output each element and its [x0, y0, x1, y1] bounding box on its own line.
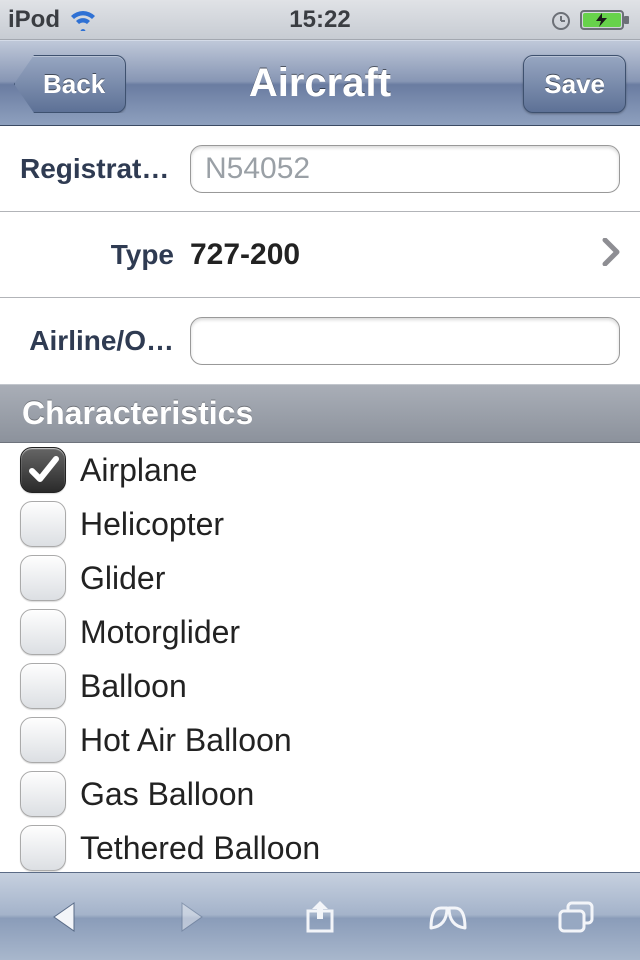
characteristic-row[interactable]: Gas Balloon — [0, 767, 640, 821]
battery-charging-icon — [580, 8, 632, 32]
checkbox[interactable] — [20, 825, 66, 871]
back-button[interactable]: Back — [14, 55, 126, 113]
characteristic-label: Helicopter — [66, 506, 224, 543]
toolbar-back-button[interactable] — [9, 873, 119, 960]
alarm-icon — [550, 9, 572, 31]
toolbar-share-button[interactable] — [265, 873, 375, 960]
status-bar: iPod 15:22 — [0, 0, 640, 40]
characteristic-label: Motorglider — [66, 614, 240, 651]
section-header-characteristics: Characteristics — [0, 384, 640, 443]
nav-bar: Back Aircraft Save — [0, 40, 640, 126]
wifi-icon — [68, 9, 98, 31]
checkbox[interactable] — [20, 771, 66, 817]
airline-input[interactable] — [190, 317, 620, 365]
registration-input[interactable]: N54052 — [190, 145, 620, 193]
form-section: Registrati… N54052 Type 727-200 Airline/… — [0, 126, 640, 384]
toolbar-forward-button[interactable] — [137, 873, 247, 960]
characteristic-label: Airplane — [66, 452, 197, 489]
characteristic-label: Tethered Balloon — [66, 830, 320, 867]
characteristic-row[interactable]: Airplane — [0, 443, 640, 497]
browser-toolbar — [0, 872, 640, 960]
toolbar-bookmarks-button[interactable] — [393, 873, 503, 960]
row-airline: Airline/O… — [0, 298, 640, 384]
characteristic-label: Gas Balloon — [66, 776, 254, 813]
characteristic-row[interactable]: Helicopter — [0, 497, 640, 551]
characteristics-list: Airplane Helicopter Glider Motorglider Ballo… — [0, 443, 640, 872]
checkbox[interactable] — [20, 555, 66, 601]
checkbox[interactable] — [20, 447, 66, 493]
checkbox[interactable] — [20, 609, 66, 655]
save-button[interactable]: Save — [523, 55, 626, 113]
page-title: Aircraft — [249, 61, 391, 106]
status-time: 15:22 — [289, 6, 350, 34]
toolbar-tabs-button[interactable] — [521, 873, 631, 960]
type-value: 727-200 — [190, 238, 602, 272]
checkbox[interactable] — [20, 717, 66, 763]
registration-label: Registrati… — [20, 153, 190, 185]
checkbox[interactable] — [20, 501, 66, 547]
type-label: Type — [20, 239, 190, 271]
row-type[interactable]: Type 727-200 — [0, 212, 640, 298]
row-registration: Registrati… N54052 — [0, 126, 640, 212]
characteristic-row[interactable]: Tethered Balloon — [0, 821, 640, 872]
characteristic-label: Hot Air Balloon — [66, 722, 292, 759]
characteristic-row[interactable]: Motorglider — [0, 605, 640, 659]
characteristic-row[interactable]: Balloon — [0, 659, 640, 713]
chevron-right-icon — [602, 238, 620, 271]
characteristic-label: Balloon — [66, 668, 187, 705]
characteristic-row[interactable]: Glider — [0, 551, 640, 605]
device-label: iPod — [8, 6, 60, 34]
characteristic-label: Glider — [66, 560, 165, 597]
airline-label: Airline/O… — [20, 325, 190, 357]
characteristic-row[interactable]: Hot Air Balloon — [0, 713, 640, 767]
checkbox[interactable] — [20, 663, 66, 709]
